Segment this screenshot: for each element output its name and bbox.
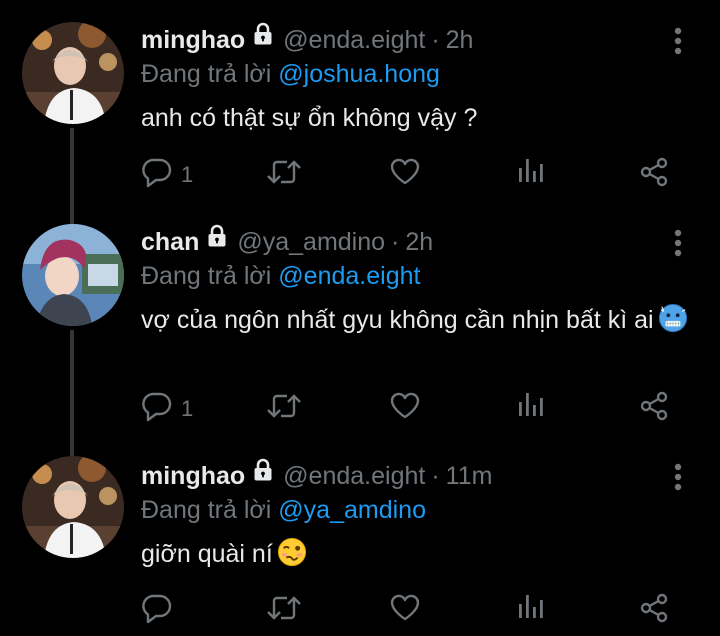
replying-to: Đang trả lời @ya_amdino	[141, 494, 426, 526]
lock-icon	[251, 458, 275, 490]
tweet-text-content: anh có thật sự ổn không vậy ?	[141, 104, 478, 132]
reply-button[interactable]: 1	[141, 390, 193, 428]
analytics-icon	[517, 156, 545, 190]
separator-dot: ·	[431, 26, 440, 54]
replying-to: Đang trả lời @enda.eight	[141, 260, 420, 292]
replying-to: Đang trả lời @joshua.hong	[141, 58, 440, 90]
mention-link[interactable]: @joshua.hong	[278, 60, 440, 88]
share-icon	[638, 156, 670, 194]
analytics-button[interactable]	[517, 390, 545, 424]
avatar[interactable]	[22, 224, 124, 326]
tweet-text-content: giỡn quài ní	[141, 540, 273, 568]
more-vertical-icon[interactable]	[668, 462, 688, 492]
analytics-button[interactable]	[517, 592, 545, 626]
user-handle[interactable]: @enda.eight	[283, 24, 425, 56]
analytics-icon	[517, 390, 545, 424]
reply-button[interactable]	[141, 592, 173, 630]
like-icon	[389, 156, 421, 192]
like-icon	[389, 592, 421, 628]
retweet-icon	[266, 156, 302, 194]
replying-to-label: Đang trả lời	[141, 496, 272, 524]
retweet-button[interactable]	[266, 390, 302, 428]
tweet-text: anh có thật sự ổn không vậy ?	[141, 100, 701, 136]
share-button[interactable]	[638, 592, 670, 630]
like-button[interactable]	[389, 390, 421, 426]
retweet-button[interactable]	[266, 156, 302, 194]
reply-icon	[141, 156, 173, 194]
timestamp[interactable]: 2h	[405, 226, 433, 258]
retweet-icon	[266, 592, 302, 630]
analytics-button[interactable]	[517, 156, 545, 190]
display-name[interactable]: minghao	[141, 460, 245, 492]
mention-link[interactable]: @ya_amdino	[278, 496, 426, 524]
analytics-icon	[517, 592, 545, 626]
avatar[interactable]	[22, 22, 124, 124]
timestamp[interactable]: 11m	[446, 460, 493, 492]
replying-to-label: Đang trả lời	[141, 262, 272, 290]
more-vertical-icon[interactable]	[668, 26, 688, 56]
reply-icon	[141, 390, 173, 428]
tweet-text-content: vợ của ngôn nhất gyu không cần nhịn bất …	[141, 306, 654, 334]
tweet-text: giỡn quài ní	[141, 536, 701, 577]
tweet[interactable]: minghao @enda.eight · 2h Đang trả lời @j…	[0, 0, 720, 210]
replying-to-label: Đang trả lời	[141, 60, 272, 88]
tweet[interactable]: chan @ya_amdino · 2h Đang trả lời @enda.…	[0, 202, 720, 442]
reply-count: 1	[181, 162, 194, 187]
like-button[interactable]	[389, 156, 421, 192]
retweet-icon	[266, 390, 302, 428]
share-button[interactable]	[638, 156, 670, 194]
action-bar: 1	[0, 156, 720, 192]
display-name[interactable]: minghao	[141, 24, 245, 56]
more-vertical-icon[interactable]	[668, 228, 688, 258]
action-bar: 1	[0, 390, 720, 426]
tweet-header: minghao @enda.eight · 11m	[141, 460, 492, 492]
avatar[interactable]	[22, 456, 124, 558]
user-handle[interactable]: @enda.eight	[283, 460, 425, 492]
reply-icon	[141, 592, 173, 630]
woozy-face-emoji	[277, 537, 307, 577]
user-handle[interactable]: @ya_amdino	[237, 226, 385, 258]
lock-icon	[251, 22, 275, 54]
mention-link[interactable]: @enda.eight	[278, 262, 420, 290]
display-name[interactable]: chan	[141, 226, 199, 258]
like-icon	[389, 390, 421, 426]
reply-count: 1	[181, 396, 194, 421]
share-icon	[638, 592, 670, 630]
timestamp[interactable]: 2h	[446, 24, 474, 56]
cold-face-emoji	[658, 303, 688, 343]
like-button[interactable]	[389, 592, 421, 628]
lock-icon	[205, 224, 229, 256]
separator-dot: ·	[391, 228, 400, 256]
reply-button[interactable]: 1	[141, 156, 193, 194]
tweet-header: chan @ya_amdino · 2h	[141, 226, 433, 258]
share-icon	[638, 390, 670, 428]
tweet[interactable]: minghao @enda.eight · 11m Đang trả lời @…	[0, 436, 720, 636]
tweet-header: minghao @enda.eight · 2h	[141, 24, 473, 56]
retweet-button[interactable]	[266, 592, 302, 630]
separator-dot: ·	[431, 462, 440, 490]
tweet-text: vợ của ngôn nhất gyu không cần nhịn bất …	[141, 302, 701, 343]
action-bar	[0, 592, 720, 628]
share-button[interactable]	[638, 390, 670, 428]
